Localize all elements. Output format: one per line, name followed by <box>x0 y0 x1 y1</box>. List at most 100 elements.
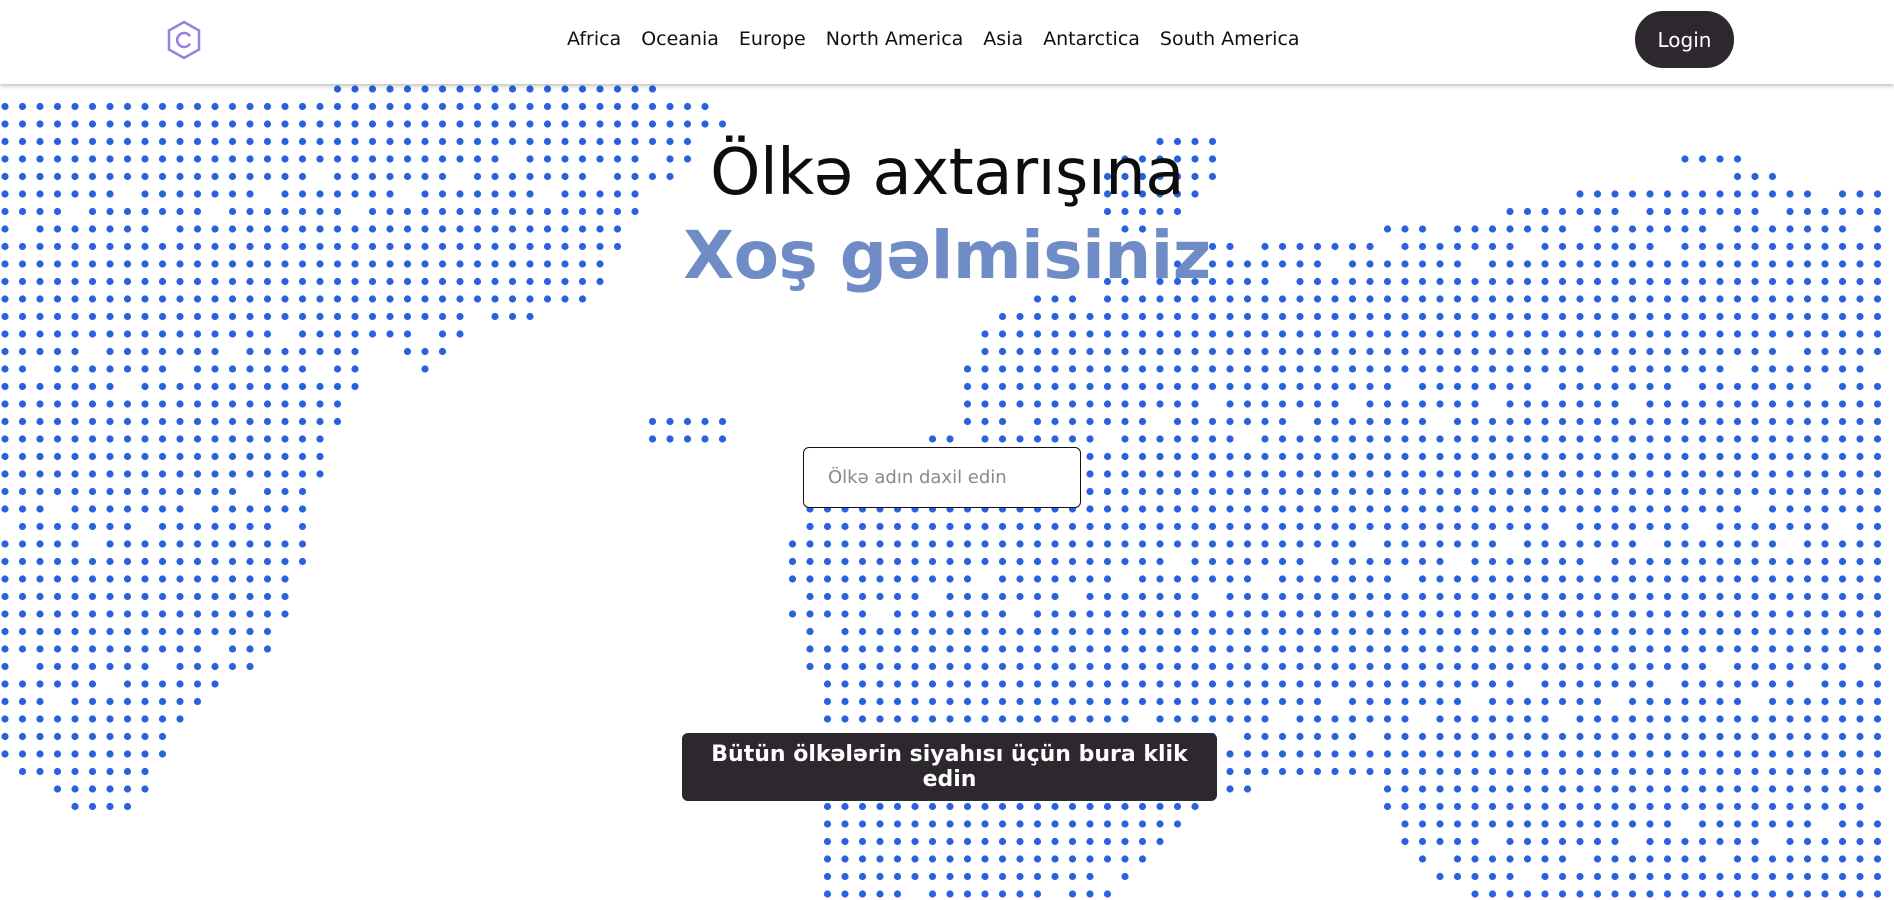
map-dot <box>281 575 289 583</box>
map-dot <box>53 610 62 618</box>
nav-link-north-america[interactable]: North America <box>826 28 964 50</box>
map-dot <box>106 645 114 653</box>
map-dot <box>1523 610 1532 618</box>
map-dot <box>1523 785 1532 793</box>
map-dot <box>1243 575 1252 583</box>
nav-link-oceania[interactable]: Oceania <box>641 28 719 50</box>
map-dot <box>106 767 114 776</box>
map-dot <box>1471 592 1479 601</box>
country-search-input[interactable] <box>803 447 1081 508</box>
map-dot <box>1803 365 1812 373</box>
map-dot <box>1663 837 1672 846</box>
map-dot <box>1366 505 1374 513</box>
map-dot <box>1821 592 1829 601</box>
map-dot <box>876 820 884 828</box>
map-dot <box>1278 470 1287 478</box>
map-dot <box>1383 557 1392 566</box>
map-dot <box>1366 347 1374 356</box>
map-dot <box>1611 820 1619 828</box>
map-dot <box>1488 330 1497 338</box>
map-dot <box>1348 732 1357 741</box>
map-dot <box>1558 347 1567 356</box>
map-dot <box>1471 855 1479 863</box>
all-countries-button[interactable]: Bütün ölkələrin siyahısı üçün bura klik … <box>682 733 1217 801</box>
map-dot <box>193 680 202 688</box>
map-dot <box>88 715 97 723</box>
map-dot <box>1698 540 1707 548</box>
map-dot <box>1786 610 1794 618</box>
map-dot <box>1803 890 1812 898</box>
map-dot <box>1751 295 1759 303</box>
map-dot <box>1278 435 1287 443</box>
map-dot <box>1383 750 1392 758</box>
map-dot <box>141 662 149 671</box>
map-dot <box>666 435 674 443</box>
map-dot <box>141 312 149 321</box>
map-dot <box>1191 627 1199 636</box>
map-dot <box>1768 575 1777 583</box>
map-dot <box>88 697 97 706</box>
map-dot <box>1138 662 1147 671</box>
hexagon-c-logo-icon[interactable] <box>166 20 202 60</box>
map-dot <box>1506 592 1514 601</box>
map-dot <box>1226 505 1234 513</box>
map-dot <box>1331 557 1339 566</box>
map-dot <box>1576 382 1584 391</box>
nav-link-asia[interactable]: Asia <box>983 28 1023 50</box>
map-dot <box>176 330 184 338</box>
map-dot <box>333 347 342 356</box>
map-dot <box>1488 750 1497 758</box>
map-dot <box>1051 365 1059 373</box>
nav-link-south-america[interactable]: South America <box>1160 28 1300 50</box>
map-dot <box>1051 575 1059 583</box>
map-dot <box>543 207 552 216</box>
map-dot <box>1418 540 1427 548</box>
map-dot <box>1751 575 1759 583</box>
map-dot <box>1558 295 1567 303</box>
map-dot <box>1681 347 1689 356</box>
map-dot <box>1471 627 1479 636</box>
map-dot <box>1033 855 1042 863</box>
map-dot <box>1768 697 1777 706</box>
map-dot <box>893 697 902 706</box>
map-dot <box>1261 312 1269 321</box>
map-dot <box>998 592 1007 601</box>
map-dot <box>1663 400 1672 408</box>
nav-link-africa[interactable]: Africa <box>567 28 621 50</box>
map-dot <box>1506 417 1514 426</box>
map-dot <box>1471 732 1479 741</box>
map-dot <box>71 767 79 776</box>
map-dot <box>893 872 902 881</box>
map-dot <box>1663 347 1672 356</box>
map-dot <box>1506 767 1514 776</box>
map-dot <box>1051 680 1059 688</box>
map-dot <box>228 312 237 321</box>
map-dot <box>368 85 377 93</box>
map-dot <box>1786 330 1794 338</box>
nav-link-antarctica[interactable]: Antarctica <box>1043 28 1140 50</box>
map-dot <box>1751 732 1759 741</box>
map-dot <box>1751 207 1759 216</box>
map-dot <box>1173 505 1182 513</box>
map-dot <box>351 295 359 303</box>
map-dot <box>1121 627 1129 636</box>
map-dot <box>193 400 202 408</box>
map-dot <box>1173 645 1182 653</box>
map-dot <box>1856 802 1864 811</box>
nav-link-europe[interactable]: Europe <box>739 28 806 50</box>
map-dot <box>841 802 849 811</box>
map-dot <box>1016 872 1024 881</box>
map-dot <box>1663 207 1672 216</box>
login-button[interactable]: Login <box>1635 11 1734 68</box>
map-dot <box>1506 557 1514 566</box>
map-dot <box>1768 365 1777 373</box>
map-dot <box>53 207 62 216</box>
map-dot <box>1383 575 1392 583</box>
map-dot <box>1418 452 1427 461</box>
map-dot <box>1156 802 1164 811</box>
map-dot <box>263 330 272 338</box>
map-dot <box>263 382 272 391</box>
map-dot <box>911 645 919 653</box>
map-dot <box>36 470 44 478</box>
map-dot <box>1593 767 1602 776</box>
